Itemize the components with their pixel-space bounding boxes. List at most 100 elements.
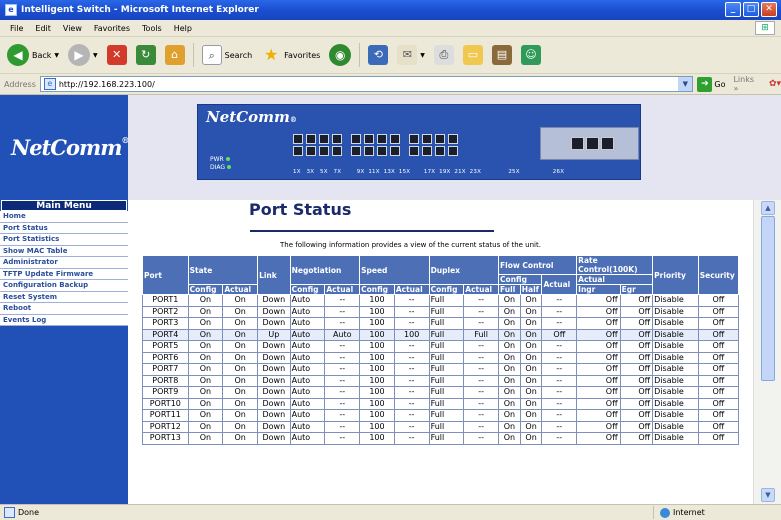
menu-configuration-backup[interactable]: Configuration Backup: [0, 280, 128, 292]
cell-rate-egr: Off: [619, 340, 654, 353]
links-button[interactable]: Links »: [733, 75, 760, 93]
menu-events-log[interactable]: Events Log: [0, 314, 128, 326]
done-page-icon: [4, 507, 15, 518]
table-row: PORT11 On On Down Auto -- 100 -- Full -- On On -- Off…: [142, 409, 740, 422]
header-speed-config: Config: [359, 284, 395, 295]
messenger-button[interactable]: ☺: [518, 43, 544, 67]
menu-port-status[interactable]: Port Status: [0, 222, 128, 234]
menu-tools[interactable]: Tools: [136, 24, 168, 33]
back-dropdown-icon[interactable]: ▼: [54, 52, 59, 59]
search-button[interactable]: ⌕ Search: [199, 43, 255, 67]
mail-button[interactable]: ✉ ▼: [394, 43, 428, 67]
netcomm-logo-text: NetComm: [11, 135, 122, 160]
folder-icon: ▭: [462, 45, 483, 65]
menu-edit[interactable]: Edit: [29, 24, 57, 33]
cell-flow-half: On: [519, 294, 543, 307]
scroll-down-button[interactable]: ▼: [761, 488, 775, 502]
rj45-port: [390, 134, 400, 144]
address-dropdown-icon[interactable]: ▼: [678, 77, 693, 91]
history-button[interactable]: ⟲: [365, 43, 391, 67]
header-flow-half: Half: [519, 284, 543, 295]
cell-duplex-config: Full: [428, 317, 465, 330]
back-button[interactable]: ◀ Back ▼: [4, 42, 62, 68]
menu-tftp-update-firmware[interactable]: TFTP Update Firmware: [0, 268, 128, 280]
favorites-button[interactable]: ★ Favorites: [258, 43, 323, 67]
menu-home[interactable]: Home: [0, 211, 128, 223]
device-banner: NetComm® PWR DIAG 1X 3X 5X 7X 9X 11X 13X…: [128, 95, 781, 200]
mail-dropdown-icon[interactable]: ▼: [420, 52, 425, 59]
cell-state-actual: On: [222, 397, 259, 410]
minimize-button[interactable]: _: [725, 2, 741, 17]
menu-view[interactable]: View: [57, 24, 88, 33]
search-icon: ⌕: [201, 45, 222, 65]
status-text: Done: [18, 508, 40, 517]
cell-flow-full: On: [498, 340, 521, 353]
cell-state-config: On: [187, 409, 224, 422]
zone-label: Internet: [673, 508, 705, 517]
vertical-scrollbar[interactable]: ▲ ▼: [753, 200, 781, 504]
table-row: PORT2 On On Down Auto -- 100 -- Full -- On On -- Off O…: [142, 305, 740, 318]
menu-show-mac-table[interactable]: Show MAC Table: [0, 245, 128, 257]
menu-port-statistics[interactable]: Port Statistics: [0, 234, 128, 246]
scroll-thumb[interactable]: [761, 216, 775, 381]
windows-logo-icon: ⊞: [755, 21, 775, 35]
intro-text: The following information provides a vie…: [280, 241, 541, 249]
forward-button[interactable]: ▶ ▼: [65, 42, 101, 68]
cell-state-config: On: [187, 397, 224, 410]
cell-duplex-actual: --: [463, 420, 500, 433]
stop-button[interactable]: ✕: [104, 43, 130, 67]
status-bar: Done Internet: [0, 504, 781, 520]
cell-duplex-actual: --: [463, 409, 500, 422]
cell-port: PORT1: [142, 294, 189, 307]
address-input[interactable]: e http://192.168.223.100/ ▼: [39, 76, 694, 92]
diag-led: DIAG: [210, 164, 232, 171]
cell-flow-actual: Off: [541, 328, 578, 341]
cell-rate-ingr: Off: [576, 363, 621, 376]
cell-duplex-actual: Full: [463, 328, 500, 341]
research-button[interactable]: ▤: [489, 43, 515, 67]
cell-speed-actual: --: [393, 340, 430, 353]
cell-security: Off: [697, 409, 740, 422]
cell-flow-half: On: [519, 397, 543, 410]
extra-toolbar-icon[interactable]: ✿▾: [769, 79, 781, 89]
table-row: PORT13 On On Down Auto -- 100 -- Full -- On On -- Off…: [142, 432, 740, 445]
port-number-labels: 1X 3X 5X 7X 9X 11X 13X 15X 17X 19X 21X 2…: [293, 169, 565, 175]
menu-reset-system[interactable]: Reset System: [0, 291, 128, 303]
cell-negotiation-config: Auto: [289, 409, 326, 422]
menu-favorites[interactable]: Favorites: [88, 24, 136, 33]
cell-flow-half: On: [519, 432, 543, 445]
home-button[interactable]: ⌂: [162, 43, 188, 67]
header-speed-actual: Actual: [393, 284, 430, 295]
print-button[interactable]: ⎙: [431, 43, 457, 67]
cell-speed-config: 100: [359, 420, 395, 433]
cell-security: Off: [697, 305, 740, 318]
menu-reboot[interactable]: Reboot: [0, 303, 128, 315]
menu-file[interactable]: File: [4, 24, 29, 33]
menu-help[interactable]: Help: [168, 24, 198, 33]
go-button[interactable]: ➔ Go: [697, 76, 725, 92]
menu-bar: File Edit View Favorites Tools Help ⊞: [0, 20, 781, 37]
cell-link: Down: [257, 363, 291, 376]
scroll-up-button[interactable]: ▲: [761, 201, 775, 215]
cell-negotiation-config: Auto: [289, 317, 326, 330]
header-link: Link: [257, 255, 291, 295]
ie-icon: e: [5, 4, 17, 16]
port-group: [409, 134, 458, 156]
forward-dropdown-icon[interactable]: ▼: [93, 52, 98, 59]
folder-button[interactable]: ▭: [460, 43, 486, 67]
cell-flow-half: On: [519, 374, 543, 387]
cell-rate-ingr: Off: [576, 305, 621, 318]
cell-negotiation-actual: Auto: [324, 328, 361, 341]
cell-port: PORT7: [142, 363, 189, 376]
cell-link: Down: [257, 340, 291, 353]
cell-negotiation-actual: --: [324, 420, 361, 433]
cell-priority: Disable: [652, 397, 699, 410]
media-button[interactable]: ◉: [326, 42, 354, 68]
close-button[interactable]: ✕: [761, 2, 777, 17]
header-negotiation: Negotiation: [289, 255, 361, 285]
cell-rate-ingr: Off: [576, 374, 621, 387]
maximize-button[interactable]: □: [743, 2, 759, 17]
menu-administrator[interactable]: Administrator: [0, 257, 128, 269]
cell-security: Off: [697, 432, 740, 445]
refresh-button[interactable]: ↻: [133, 43, 159, 67]
